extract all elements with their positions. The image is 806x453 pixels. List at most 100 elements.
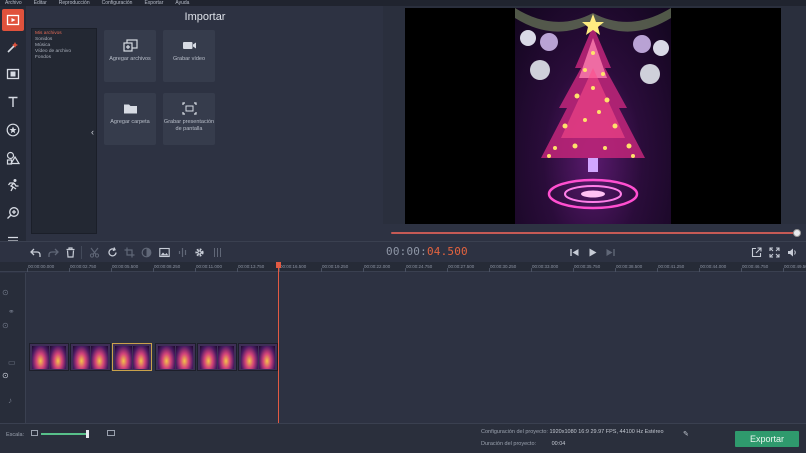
- delete-icon[interactable]: [64, 246, 77, 259]
- screen-record-icon: [181, 102, 197, 115]
- ruler-time-label: 00:00:41.250: [658, 264, 685, 269]
- filmstrip-icon[interactable]: [2, 63, 24, 85]
- rotate-icon[interactable]: [106, 246, 119, 259]
- playback-progress-bar[interactable]: [391, 232, 797, 234]
- menu-reproduccion[interactable]: Reproducción: [59, 0, 90, 6]
- ruler-time-label: 00:00:16.500: [280, 264, 307, 269]
- ruler-time-label: 00:00:38.500: [616, 264, 643, 269]
- status-bar: [0, 423, 806, 453]
- volume-icon[interactable]: [786, 246, 799, 259]
- menu-exportar[interactable]: Exportar: [144, 0, 163, 6]
- export-button[interactable]: Exportar: [735, 431, 799, 447]
- timeline-ruler[interactable]: 00:00:00.000 00:00:02.750 00:00:05.500 00:0…: [0, 262, 806, 272]
- skip-back-icon[interactable]: [568, 246, 581, 259]
- cut-icon[interactable]: [88, 246, 101, 259]
- menu-ayuda[interactable]: Ayuda: [175, 0, 189, 6]
- track-header-column: ⊙ ⚭ ⊙ ▭ ⊙ ♪: [0, 273, 26, 423]
- detach-preview-icon[interactable]: [750, 246, 763, 259]
- record-screencast-button[interactable]: Grabar presentación de pantalla: [163, 93, 215, 145]
- track-visibility-icon[interactable]: ⊙: [2, 321, 9, 330]
- ruler-tick: [195, 268, 196, 272]
- playhead-line[interactable]: [278, 262, 279, 423]
- ruler-tick: [27, 268, 28, 272]
- scale-slider-handle[interactable]: [86, 430, 89, 438]
- ruler-time-label: 00:00:30.250: [490, 264, 517, 269]
- video-clip[interactable]: [70, 343, 111, 371]
- ruler-tick: [153, 268, 154, 272]
- ruler-tick: [741, 268, 742, 272]
- video-player[interactable]: [405, 8, 781, 224]
- record-video-label: Grabar vídeo: [172, 56, 206, 62]
- record-video-button[interactable]: Grabar vídeo: [163, 30, 215, 82]
- scale-slider[interactable]: [41, 433, 89, 435]
- video-clip[interactable]: [197, 343, 237, 371]
- playback-progress-handle[interactable]: [793, 229, 801, 237]
- shapes-icon[interactable]: [2, 147, 24, 169]
- audio-properties-icon[interactable]: [176, 246, 189, 259]
- runner-icon[interactable]: [2, 174, 24, 196]
- project-duration: Duración del proyecto: 00:04: [481, 441, 565, 447]
- menu-configuracion[interactable]: Configuración: [102, 0, 133, 6]
- skip-forward-icon[interactable]: [604, 246, 617, 259]
- video-clip[interactable]: [155, 343, 196, 371]
- add-folder-label: Agregar carpeta: [110, 119, 150, 125]
- ruler-tick: [321, 268, 322, 272]
- project-settings: Configuración del proyecto: 1920x1080 16…: [481, 429, 664, 435]
- fullscreen-icon[interactable]: [768, 246, 781, 259]
- film-import-icon[interactable]: [2, 9, 24, 31]
- add-folder-button[interactable]: Agregar carpeta: [104, 93, 156, 145]
- text-icon[interactable]: [2, 91, 24, 113]
- ruler-tick: [69, 268, 70, 272]
- settings-gear-icon[interactable]: [193, 246, 206, 259]
- ruler-time-label: 00:00:19.250: [322, 264, 349, 269]
- ruler-time-label: 00:00:27.500: [448, 264, 475, 269]
- magic-wand-icon[interactable]: [2, 36, 24, 58]
- image-icon[interactable]: [158, 246, 171, 259]
- clip-thumbnail: [73, 346, 90, 369]
- ruler-time-label: 00:00:00.000: [28, 264, 55, 269]
- ruler-tick: [489, 268, 490, 272]
- project-duration-value: 00:04: [551, 441, 566, 447]
- add-files-button[interactable]: Agregar archivos: [104, 30, 156, 82]
- project-duration-label: Duración del proyecto:: [481, 441, 537, 447]
- crop-icon[interactable]: [123, 246, 136, 259]
- star-circle-icon[interactable]: [2, 119, 24, 141]
- add-files-label: Agregar archivos: [109, 56, 151, 62]
- play-icon[interactable]: [586, 246, 599, 259]
- ruler-tick: [447, 268, 448, 272]
- clip-thumbnail: [258, 346, 275, 369]
- timecode-elapsed: 00:00:: [386, 245, 427, 258]
- collapse-panel-icon[interactable]: ‹: [91, 127, 94, 137]
- clip-thumbnail: [176, 346, 193, 369]
- equalizer-icon[interactable]: [211, 246, 224, 259]
- track-visibility-icon[interactable]: ⊙: [2, 371, 9, 380]
- clip-thumbnail: [115, 346, 132, 369]
- project-settings-label: Configuración del proyecto:: [481, 429, 548, 435]
- media-category-list: Mis archivos Sonidos Música Vídeo de arc…: [31, 28, 97, 234]
- edit-pencil-icon[interactable]: ✎: [683, 430, 689, 438]
- link-icon[interactable]: ⚭: [8, 307, 15, 316]
- zoom-out-icon[interactable]: [31, 430, 38, 436]
- category-fondos[interactable]: Fondos: [35, 55, 93, 61]
- zoom-in-icon[interactable]: [107, 430, 115, 436]
- video-clip[interactable]: [112, 343, 152, 371]
- menu-editar[interactable]: Editar: [34, 0, 47, 6]
- ruler-time-label: 00:00:02.750: [70, 264, 97, 269]
- ruler-time-label: 00:00:49.500: [784, 264, 806, 269]
- ruler-time-label: 00:00:46.750: [742, 264, 769, 269]
- record-screencast-label: Grabar presentación de pantalla: [163, 119, 215, 132]
- ruler-time-label: 00:00:22.000: [364, 264, 391, 269]
- ruler-time-label: 00:00:11.000: [196, 264, 222, 269]
- zoom-icon[interactable]: [2, 202, 24, 224]
- color-adjust-icon[interactable]: [140, 246, 153, 259]
- ruler-tick: [657, 268, 658, 272]
- video-clip[interactable]: [29, 343, 69, 371]
- clip-thumbnail: [32, 346, 49, 369]
- clip-thumbnail: [49, 346, 66, 369]
- track-visibility-icon[interactable]: ⊙: [2, 288, 9, 297]
- undo-icon[interactable]: [29, 246, 42, 259]
- camera-icon: [182, 42, 196, 49]
- redo-icon[interactable]: [47, 246, 60, 259]
- video-clip[interactable]: [238, 343, 278, 371]
- ruler-time-label: 00:00:24.750: [406, 264, 433, 269]
